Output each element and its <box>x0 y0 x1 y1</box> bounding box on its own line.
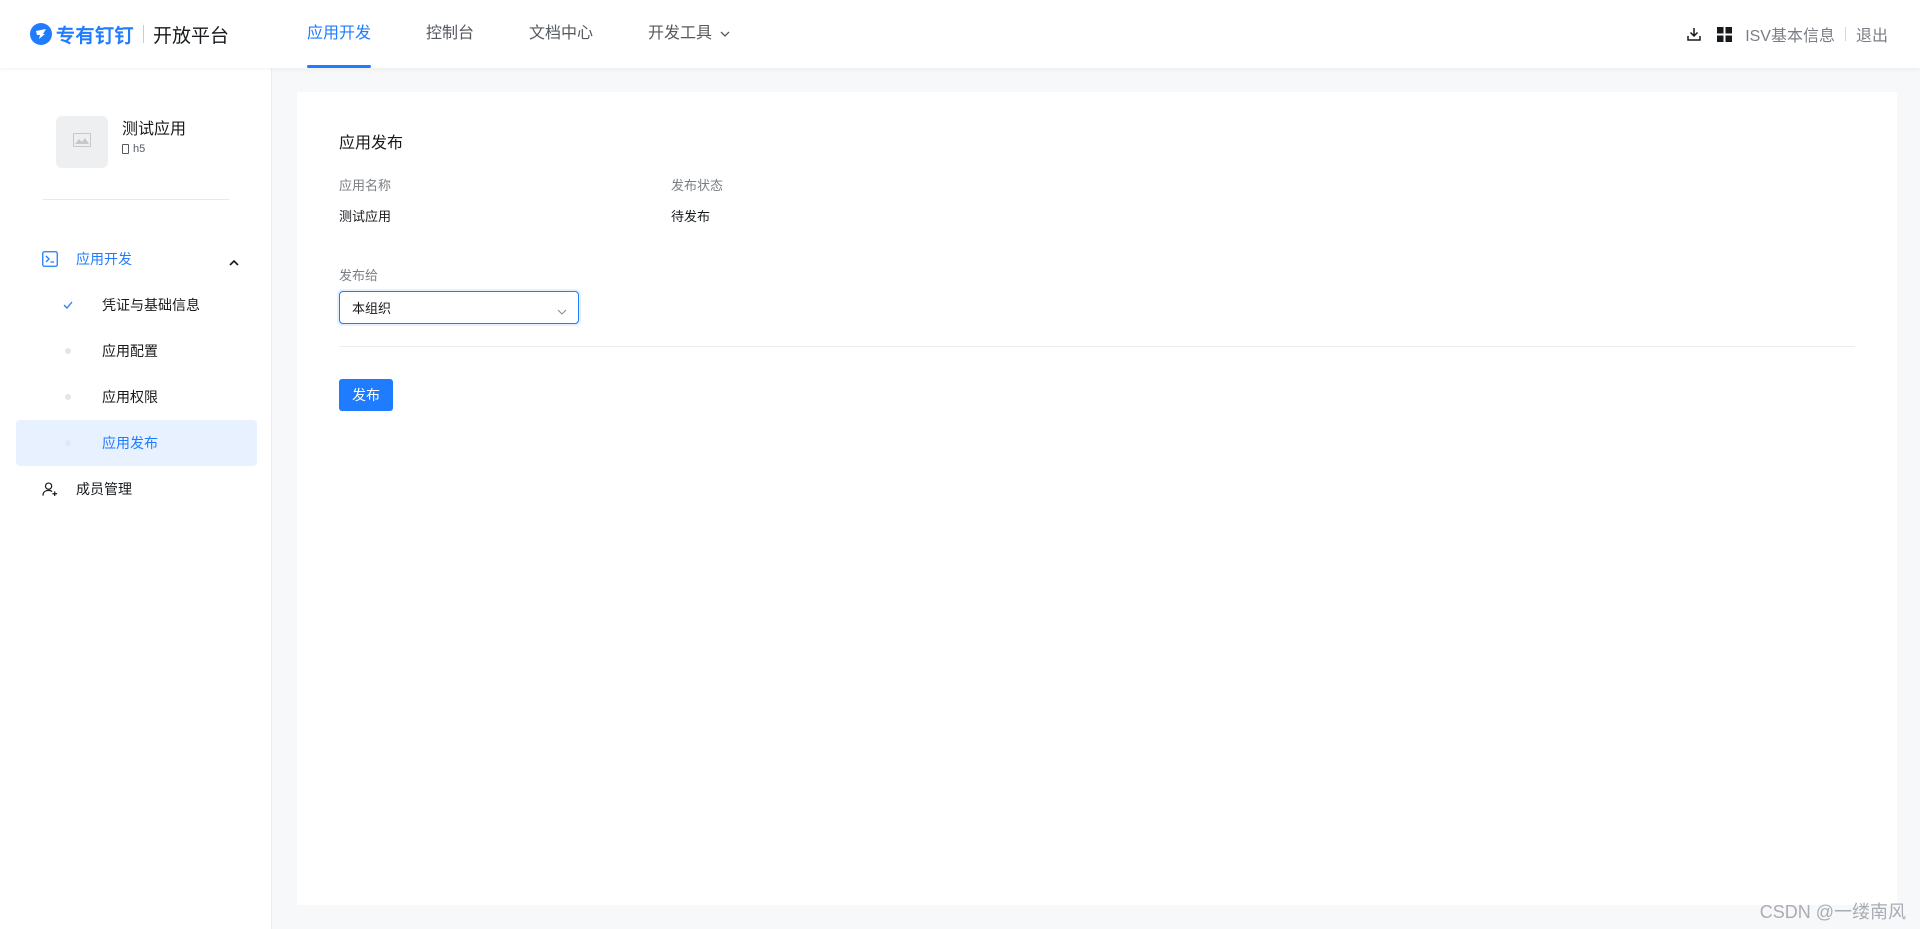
sidebar-item-members[interactable]: 成员管理 <box>16 466 257 512</box>
menu-header-app-dev[interactable]: 应用开发 <box>16 236 257 282</box>
brand-name: 专有钉钉 <box>56 25 135 47</box>
logo[interactable]: 专有钉钉 开放平台 <box>30 20 229 48</box>
publish-to-select[interactable]: 本组织 <box>339 291 579 324</box>
dingtalk-logo-icon <box>30 23 52 45</box>
sidebar-item-label: 应用发布 <box>102 435 158 451</box>
nav-label: 文档中心 <box>529 25 594 42</box>
sidebar-item-label: 应用配置 <box>102 343 158 359</box>
menu-header-label: 应用开发 <box>76 251 132 267</box>
app-type: h5 <box>122 143 186 155</box>
sidebar-item-app-permissions[interactable]: 应用权限 <box>16 374 257 420</box>
nav-console[interactable]: 控制台 <box>426 0 474 68</box>
terminal-icon <box>42 251 58 267</box>
main-nav: 应用开发 控制台 文档中心 开发工具 <box>307 0 785 68</box>
publish-button[interactable]: 发布 <box>339 379 393 411</box>
nav-docs[interactable]: 文档中心 <box>529 0 593 68</box>
publish-status-label: 发布状态 <box>671 178 724 193</box>
header-actions: ISV基本信息 退出 <box>1685 0 1888 68</box>
app-card: 测试应用 h5 <box>56 116 186 168</box>
sidebar-divider <box>43 199 229 200</box>
watermark: CSDN @一缕南风 <box>1759 902 1906 922</box>
chevron-down-icon <box>557 303 567 318</box>
sidebar-item-label: 凭证与基础信息 <box>102 297 200 313</box>
menu-app-dev: 应用开发 凭证与基础信息 应用配置 应用权限 应用发布 成员管理 <box>16 236 257 512</box>
step-dot <box>62 348 74 354</box>
step-dot <box>62 440 74 446</box>
nav-label: 应用开发 <box>307 25 372 42</box>
select-value: 本组织 <box>352 301 392 316</box>
publish-status-value: 待发布 <box>671 209 711 224</box>
top-bar: 专有钉钉 开放平台 应用开发 控制台 文档中心 开发工具 ISV基本信息 退出 <box>0 0 1920 68</box>
sidebar-item-app-config[interactable]: 应用配置 <box>16 328 257 374</box>
panel-divider <box>339 346 1855 347</box>
download-icon[interactable] <box>1685 25 1703 43</box>
nav-label: 控制台 <box>426 25 475 42</box>
app-info: 测试应用 h5 <box>122 116 186 168</box>
sidebar: 测试应用 h5 应用开发 凭证与基础信息 应用配置 应用权限 应用发布 成员管理 <box>0 68 272 929</box>
nav-app-dev[interactable]: 应用开发 <box>307 0 372 68</box>
page-title: 应用发布 <box>339 135 404 152</box>
header-divider <box>1844 27 1846 41</box>
platform-name: 开放平台 <box>153 25 230 47</box>
app-name-label: 应用名称 <box>339 178 392 193</box>
sidebar-item-credentials[interactable]: 凭证与基础信息 <box>16 282 257 328</box>
isv-info-link[interactable]: ISV基本信息 <box>1745 22 1835 46</box>
app-name: 测试应用 <box>122 121 187 138</box>
check-icon <box>62 301 74 309</box>
sidebar-item-label: 成员管理 <box>76 481 132 497</box>
publish-panel: 应用发布 应用名称 测试应用 发布状态 待发布 发布给 本组织 发布 <box>297 92 1897 905</box>
logout-link[interactable]: 退出 <box>1856 22 1888 46</box>
publish-to-label: 发布给 <box>339 268 379 283</box>
chevron-down-icon <box>720 31 730 37</box>
nav-label: 开发工具 <box>648 25 713 42</box>
logo-divider <box>143 25 145 43</box>
app-avatar <box>56 116 108 168</box>
sidebar-item-app-publish[interactable]: 应用发布 <box>16 420 257 466</box>
app-name-value: 测试应用 <box>339 209 392 224</box>
sidebar-item-label: 应用权限 <box>102 389 158 405</box>
mobile-icon <box>122 144 129 154</box>
app-type-label: h5 <box>133 143 146 155</box>
grid-icon[interactable] <box>1715 25 1733 43</box>
step-dot <box>62 394 74 400</box>
nav-dev-tools[interactable]: 开发工具 <box>648 0 730 68</box>
chevron-up-icon <box>229 253 239 269</box>
image-placeholder-icon <box>73 132 91 152</box>
add-user-icon <box>42 481 58 497</box>
